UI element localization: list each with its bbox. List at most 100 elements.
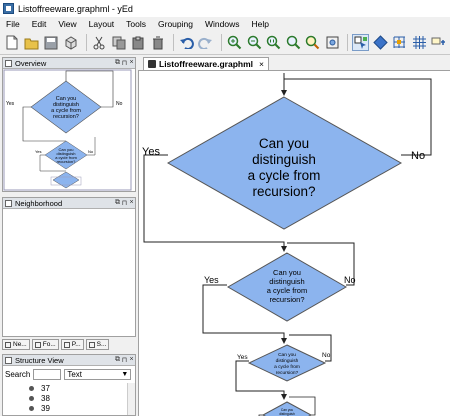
tab-search[interactable]: S... bbox=[85, 339, 110, 350]
menu-bar: File Edit View Layout Tools Grouping Win… bbox=[0, 17, 450, 31]
panel-float-button[interactable]: ⧉ bbox=[114, 199, 121, 207]
panel-float-button[interactable]: ⧉ bbox=[114, 356, 121, 364]
panel-minimize-button[interactable]: ⊓ bbox=[121, 59, 128, 67]
tab-label: Fo... bbox=[42, 341, 56, 348]
tab-neighborhood[interactable]: Ne... bbox=[2, 339, 30, 350]
panel-minimize-button[interactable]: ⊓ bbox=[121, 356, 128, 364]
menu-edit[interactable]: Edit bbox=[26, 19, 53, 29]
no-label: No bbox=[344, 275, 356, 285]
decision-node-text: distinguish bbox=[269, 277, 304, 286]
search-filter-select[interactable]: Text ▼ bbox=[64, 368, 132, 380]
overview-no-label: No bbox=[116, 101, 123, 107]
toolbar-separator bbox=[86, 34, 88, 51]
overview-header: Overview ⧉ ⊓ × bbox=[3, 58, 135, 69]
tree-item-label: 38 bbox=[41, 393, 50, 403]
decision-node-text: recursion? bbox=[252, 184, 315, 199]
new-file-icon[interactable] bbox=[4, 34, 21, 51]
menu-help[interactable]: Help bbox=[245, 19, 274, 29]
zoom-area-icon[interactable] bbox=[285, 34, 302, 51]
tab-label: S... bbox=[96, 341, 107, 348]
node-bullet-icon bbox=[29, 405, 34, 411]
neighborhood-icon bbox=[5, 199, 12, 207]
graph-canvas[interactable]: Can you distinguish a cycle from recursi… bbox=[138, 70, 450, 416]
decision-node-text: a cycle from bbox=[248, 168, 321, 183]
redo-icon[interactable] bbox=[198, 34, 215, 51]
tab-icon bbox=[88, 341, 95, 348]
delete-icon[interactable] bbox=[150, 34, 167, 51]
decision-node-text: recursion? bbox=[269, 295, 304, 304]
tree-item[interactable]: 37 bbox=[3, 383, 135, 393]
grid-snap-icon[interactable] bbox=[391, 34, 408, 51]
chevron-down-icon: ▼ bbox=[121, 370, 129, 378]
overview-node-text: recursion? bbox=[57, 159, 76, 164]
tree-item[interactable]: 38 bbox=[3, 393, 135, 403]
menu-view[interactable]: View bbox=[52, 19, 82, 29]
zoom-original-icon[interactable] bbox=[265, 34, 282, 51]
decision-node-text: Can you bbox=[278, 352, 296, 358]
structure-view-title: Structure View bbox=[15, 355, 64, 365]
tree-item-label: 37 bbox=[41, 383, 50, 393]
zoom-fit-icon[interactable] bbox=[304, 34, 321, 51]
panel-close-button[interactable]: × bbox=[128, 199, 135, 207]
toolbar-separator bbox=[221, 34, 223, 51]
decision-node-text: distinguish bbox=[276, 358, 299, 364]
cut-icon[interactable] bbox=[91, 34, 108, 51]
yes-label: Yes bbox=[237, 354, 248, 361]
tab-icon bbox=[63, 341, 70, 348]
panel-float-button[interactable]: ⧉ bbox=[114, 59, 121, 67]
neighborhood-title: Neighborhood bbox=[15, 198, 63, 208]
structure-view-icon bbox=[5, 356, 12, 364]
tab-icon bbox=[5, 341, 11, 348]
no-label: No bbox=[411, 150, 425, 162]
node-bullet-icon bbox=[29, 385, 34, 391]
graph-file-icon bbox=[148, 60, 156, 68]
menu-tools[interactable]: Tools bbox=[120, 19, 152, 29]
panel-minimize-button[interactable]: ⊓ bbox=[121, 199, 128, 207]
tab-palette[interactable]: P... bbox=[60, 339, 84, 350]
neighborhood-panel: Neighborhood ⧉ ⊓ × bbox=[2, 197, 136, 337]
fit-content-icon[interactable] bbox=[324, 34, 341, 51]
save-icon[interactable] bbox=[43, 34, 60, 51]
paste-icon[interactable] bbox=[130, 34, 147, 51]
copy-icon[interactable] bbox=[111, 34, 128, 51]
structure-view-panel: Structure View ⧉ ⊓ × Search Text ▼ 37 38… bbox=[2, 354, 136, 416]
tab-folding[interactable]: Fo... bbox=[31, 339, 59, 350]
close-tab-icon[interactable]: × bbox=[259, 59, 264, 69]
panel-close-button[interactable]: × bbox=[128, 356, 135, 364]
decision-node-text: distinguish bbox=[252, 152, 316, 167]
undo-icon[interactable] bbox=[178, 34, 195, 51]
document-tab-title: Listoffreeware.graphml bbox=[159, 59, 253, 69]
overview-yes-label: Yes bbox=[6, 101, 15, 107]
search-label: Search bbox=[5, 369, 31, 379]
decision-node-text: recursion? bbox=[276, 370, 299, 376]
menu-grouping[interactable]: Grouping bbox=[152, 19, 199, 29]
open-folder-icon[interactable] bbox=[24, 34, 41, 51]
structure-scrollbar[interactable] bbox=[127, 383, 135, 415]
menu-layout[interactable]: Layout bbox=[83, 19, 121, 29]
overview-yes-label: Yes bbox=[35, 149, 42, 154]
navigate-icon[interactable] bbox=[372, 34, 389, 51]
structure-tree: 37 38 39 bbox=[3, 383, 135, 413]
3d-box-icon[interactable] bbox=[63, 34, 80, 51]
toolbar-separator bbox=[347, 34, 349, 51]
menu-windows[interactable]: Windows bbox=[199, 19, 245, 29]
node-bullet-icon bbox=[29, 395, 34, 401]
left-panel-tabs: Ne... Fo... P... S... bbox=[2, 339, 136, 351]
grid-icon[interactable] bbox=[411, 34, 428, 51]
neighborhood-header: Neighborhood ⧉ ⊓ × bbox=[3, 198, 135, 209]
properties-icon[interactable] bbox=[431, 34, 448, 51]
overview-area[interactable]: Can you distinguish a cycle from recursi… bbox=[3, 69, 135, 191]
tree-item[interactable]: 39 bbox=[3, 403, 135, 413]
zoom-in-icon[interactable] bbox=[226, 34, 243, 51]
yed-app-icon bbox=[3, 3, 14, 14]
zoom-out-icon[interactable] bbox=[246, 34, 263, 51]
yes-label: Yes bbox=[142, 146, 160, 158]
search-input[interactable] bbox=[33, 368, 62, 380]
select-mode-icon[interactable] bbox=[352, 34, 369, 51]
document-tab[interactable]: Listoffreeware.graphml × bbox=[143, 57, 269, 70]
panel-close-button[interactable]: × bbox=[128, 59, 135, 67]
overview-no-label: No bbox=[88, 149, 94, 154]
toolbar bbox=[0, 31, 450, 55]
menu-file[interactable]: File bbox=[0, 19, 26, 29]
decision-node-text: a cycle from bbox=[267, 286, 307, 295]
